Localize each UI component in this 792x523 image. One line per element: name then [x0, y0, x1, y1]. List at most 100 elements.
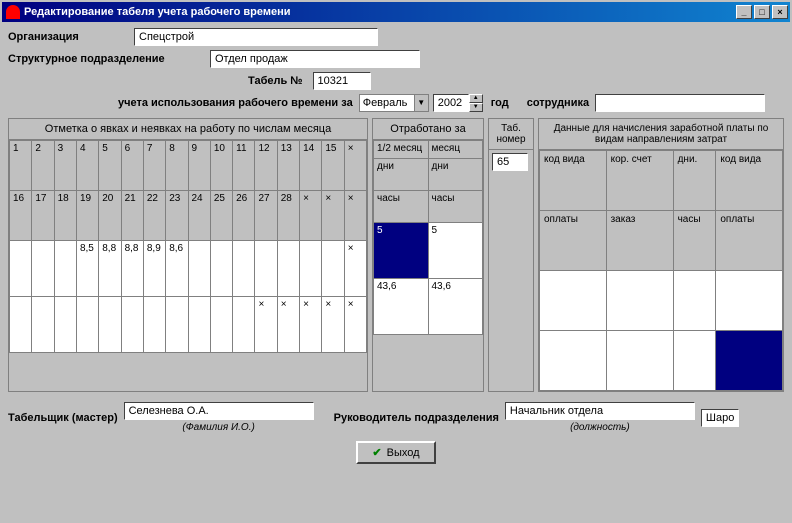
attendance-value-cell[interactable]	[188, 241, 210, 297]
worked-hours-half[interactable]: 43,6	[374, 279, 429, 335]
payroll-panel: Данные для начисления заработной платы п…	[538, 118, 784, 392]
attendance-value-cell[interactable]	[322, 241, 344, 297]
payroll-header-cell: код вида	[540, 151, 607, 211]
payroll-cell[interactable]	[716, 271, 783, 331]
exit-label: Выход	[387, 447, 420, 459]
exit-button[interactable]: ✔ Выход	[356, 441, 435, 464]
worked-days-label: дни	[374, 159, 429, 191]
attendance-value-cell[interactable]	[54, 241, 76, 297]
dept-input[interactable]	[210, 50, 420, 68]
content: Организация Структурное подразделение Та…	[2, 22, 790, 470]
attendance-day-cell: 9	[188, 141, 210, 191]
attendance-value-cell[interactable]: ×	[255, 297, 277, 353]
attendance-value-cell[interactable]	[54, 297, 76, 353]
attendance-day-cell: 3	[54, 141, 76, 191]
month-input[interactable]	[360, 95, 414, 111]
worked-days-label2: дни	[428, 159, 483, 191]
attendance-value-cell[interactable]	[233, 241, 255, 297]
attendance-value-cell[interactable]	[32, 297, 54, 353]
attendance-day-cell: 27	[255, 191, 277, 241]
attendance-day-cell: 24	[188, 191, 210, 241]
worked-hours-label: часы	[374, 191, 429, 223]
payroll-header-cell: оплаты	[540, 211, 607, 271]
worked-hours-full[interactable]: 43,6	[428, 279, 483, 335]
attendance-value-cell[interactable]: 8,5	[76, 241, 98, 297]
tabel-no-input[interactable]	[313, 72, 371, 90]
attendance-value-cell[interactable]: 8,8	[121, 241, 143, 297]
attendance-day-cell: 28	[277, 191, 299, 241]
maximize-button[interactable]: □	[754, 5, 770, 19]
attendance-value-cell[interactable]: ×	[300, 297, 322, 353]
dept-label: Структурное подразделение	[8, 53, 210, 65]
year-down-icon[interactable]: ▼	[469, 103, 483, 112]
payroll-cell[interactable]	[540, 271, 607, 331]
attendance-day-cell: 13	[277, 141, 299, 191]
attendance-day-cell: 21	[121, 191, 143, 241]
payroll-cell[interactable]	[716, 331, 783, 391]
payroll-header-cell: часы	[673, 211, 716, 271]
supervisor-name-input[interactable]	[701, 409, 739, 427]
attendance-value-cell[interactable]	[99, 297, 121, 353]
attendance-day-cell: 15	[322, 141, 344, 191]
app-icon	[6, 5, 20, 19]
attendance-value-cell[interactable]	[210, 241, 232, 297]
tabno-input[interactable]	[492, 153, 528, 171]
payroll-header-cell: оплаты	[716, 211, 783, 271]
worked-days-half[interactable]: 5	[374, 223, 429, 279]
attendance-value-cell[interactable]	[10, 297, 32, 353]
attendance-value-cell[interactable]: 8,9	[143, 241, 165, 297]
worked-days-full[interactable]: 5	[428, 223, 483, 279]
timekeeper-hint: (Фамилия И.О.)	[124, 422, 314, 433]
attendance-value-cell[interactable]: 8,6	[166, 241, 188, 297]
attendance-value-cell[interactable]	[210, 297, 232, 353]
attendance-day-cell: 22	[143, 191, 165, 241]
attendance-value-cell[interactable]	[233, 297, 255, 353]
attendance-value-cell[interactable]	[188, 297, 210, 353]
payroll-header-cell: кор. счет	[606, 151, 673, 211]
worked-panel: Отработано за 1/2 месяц месяц дни дни ча…	[372, 118, 484, 392]
worked-header: Отработано за	[373, 119, 483, 140]
tabno-panel: Таб. номер	[488, 118, 534, 392]
attendance-value-cell[interactable]	[277, 241, 299, 297]
attendance-value-cell[interactable]: ×	[344, 241, 366, 297]
payroll-cell[interactable]	[540, 331, 607, 391]
month-combo[interactable]: ▼	[359, 94, 429, 112]
payroll-cell[interactable]	[673, 271, 716, 331]
year-up-icon[interactable]: ▲	[469, 94, 483, 103]
attendance-header: Отметка о явках и неявках на работу по ч…	[9, 119, 367, 140]
attendance-value-cell[interactable]: ×	[344, 297, 366, 353]
payroll-cell[interactable]	[606, 271, 673, 331]
close-button[interactable]: ×	[772, 5, 788, 19]
attendance-value-cell[interactable]	[76, 297, 98, 353]
attendance-value-cell[interactable]	[166, 297, 188, 353]
chevron-down-icon[interactable]: ▼	[414, 95, 428, 111]
attendance-value-cell[interactable]: ×	[322, 297, 344, 353]
attendance-day-cell: 6	[121, 141, 143, 191]
worked-hours-label2: часы	[428, 191, 483, 223]
attendance-value-cell[interactable]	[143, 297, 165, 353]
employee-label: сотрудника	[527, 97, 589, 109]
attendance-value-cell[interactable]	[121, 297, 143, 353]
attendance-day-cell: 14	[300, 141, 322, 191]
supervisor-hint: (должность)	[505, 422, 695, 433]
payroll-cell[interactable]	[606, 331, 673, 391]
employee-input[interactable]	[595, 94, 765, 112]
org-input[interactable]	[134, 28, 378, 46]
attendance-grid: 123456789101112131415× 16171819202122232…	[9, 140, 367, 353]
payroll-cell[interactable]	[673, 331, 716, 391]
attendance-value-cell[interactable]	[300, 241, 322, 297]
supervisor-title-input[interactable]	[505, 402, 695, 420]
attendance-value-cell[interactable]: 8,8	[99, 241, 121, 297]
year-input[interactable]	[433, 94, 469, 112]
attendance-value-cell[interactable]: ×	[277, 297, 299, 353]
attendance-panel: Отметка о явках и неявках на работу по ч…	[8, 118, 368, 392]
worked-month-label: месяц	[428, 141, 483, 159]
attendance-value-cell[interactable]	[32, 241, 54, 297]
attendance-value-cell[interactable]	[255, 241, 277, 297]
attendance-day-cell: 4	[76, 141, 98, 191]
attendance-day-cell: 17	[32, 191, 54, 241]
timekeeper-input[interactable]	[124, 402, 314, 420]
attendance-value-cell[interactable]	[10, 241, 32, 297]
worked-grid: 1/2 месяц месяц дни дни часы часы 5 5	[373, 140, 483, 335]
minimize-button[interactable]: _	[736, 5, 752, 19]
